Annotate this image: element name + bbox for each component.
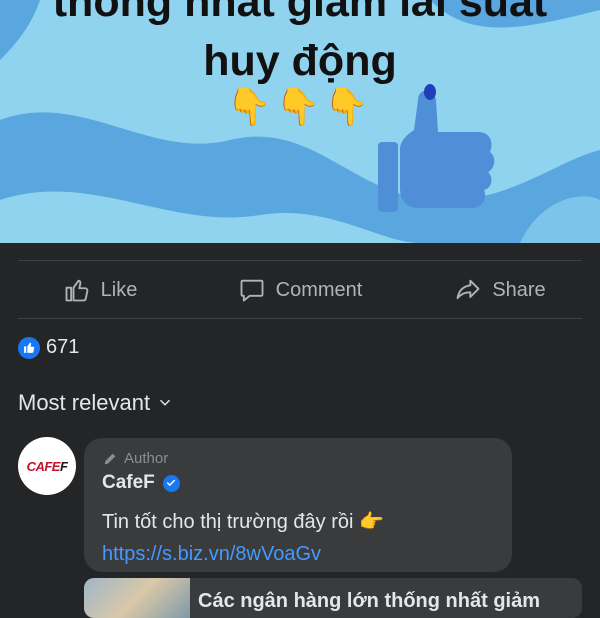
chevron-down-icon bbox=[160, 399, 170, 406]
comment-sort-dropdown[interactable]: Most relevant bbox=[18, 390, 172, 416]
reaction-count: 671 bbox=[46, 336, 80, 358]
pointing-right-emoji: 👉 bbox=[359, 511, 384, 533]
comment-label: Comment bbox=[275, 278, 363, 301]
comment-body: Tin tốt cho thị trường đây rồi bbox=[102, 511, 354, 533]
author-badge: Author bbox=[102, 450, 168, 467]
thumbs-up-icon bbox=[65, 279, 88, 302]
like-reaction-icon bbox=[18, 336, 40, 359]
post-actions-bar: Like Comment Share bbox=[0, 268, 600, 312]
commenter-row: CafeF bbox=[102, 472, 180, 494]
sort-label: Most relevant bbox=[18, 390, 151, 415]
pen-icon bbox=[104, 453, 116, 464]
link-preview-thumbnail bbox=[84, 578, 190, 618]
comment-bubble[interactable]: Author CafeF Tin tốt cho thị trường đây … bbox=[84, 438, 512, 572]
author-badge-label: Author bbox=[124, 450, 169, 467]
pointing-down-emojis: 👇👇👇 bbox=[226, 86, 374, 127]
reactions-summary[interactable]: 671 bbox=[18, 336, 79, 359]
divider bbox=[18, 318, 582, 319]
comment-icon bbox=[240, 279, 264, 302]
commenter-name[interactable]: CafeF bbox=[102, 472, 155, 494]
share-button[interactable]: Share bbox=[400, 268, 600, 312]
post-image-headline-line1: thống nhất giảm lãi suất bbox=[52, 0, 548, 26]
comment-text: Tin tốt cho thị trường đây rồi 👉 https:/… bbox=[102, 506, 502, 570]
like-label: Like bbox=[100, 278, 138, 301]
cafef-logo: CAFEF bbox=[26, 458, 68, 474]
like-button[interactable]: Like bbox=[0, 268, 200, 312]
verified-badge-icon bbox=[162, 474, 180, 492]
thumbs-up-illustration bbox=[378, 84, 495, 212]
link-preview-title: Các ngân hàng lớn thống nhất giảm bbox=[198, 590, 540, 612]
post-image[interactable]: thống nhất giảm lãi suất huy động 👇👇👇 bbox=[0, 0, 600, 243]
link-preview-card[interactable]: Các ngân hàng lớn thống nhất giảm bbox=[84, 578, 582, 618]
share-label: Share bbox=[492, 278, 546, 301]
comment-link[interactable]: https://s.biz.vn/8wVoaGv bbox=[102, 543, 321, 565]
post-image-headline-line2: huy động bbox=[203, 37, 397, 85]
divider bbox=[18, 260, 582, 261]
comment-button[interactable]: Comment bbox=[200, 268, 400, 312]
avatar[interactable]: CAFEF bbox=[18, 437, 76, 495]
share-icon bbox=[456, 279, 480, 300]
